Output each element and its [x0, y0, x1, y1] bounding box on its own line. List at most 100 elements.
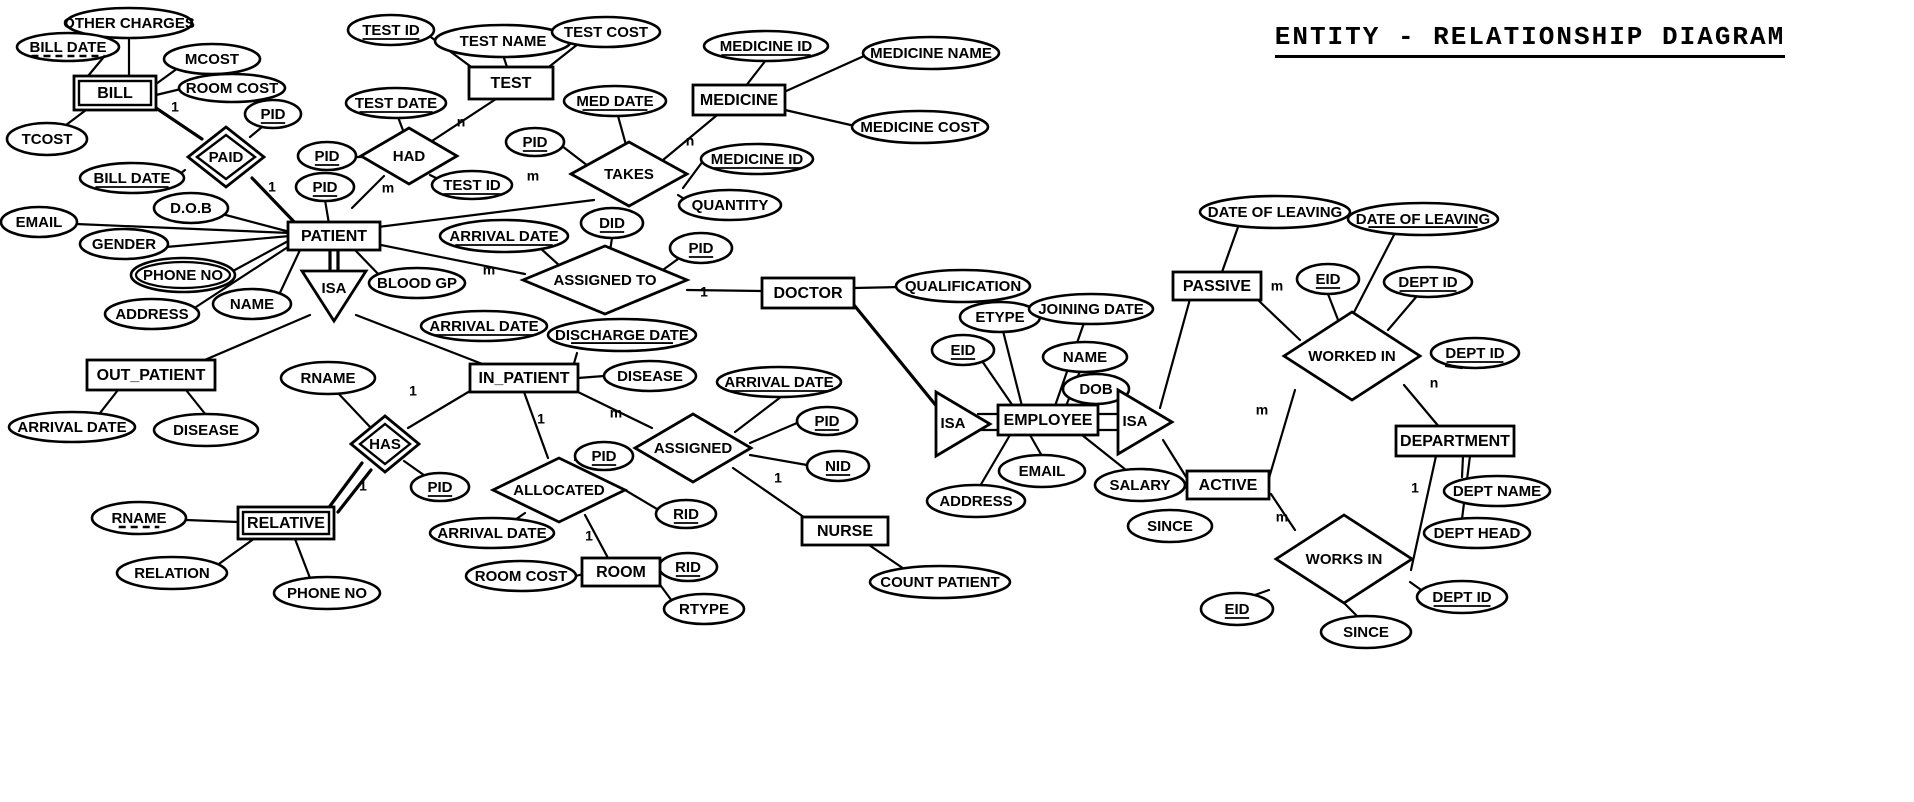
connector-line	[1267, 388, 1297, 480]
attribute-a_disease_ip: DISEASE	[602, 359, 698, 393]
connector-line	[852, 285, 902, 290]
attribute-label: TEST ID	[443, 177, 501, 194]
connector-line	[1028, 433, 1044, 458]
attribute-a_blood_gp: BLOOD GP	[367, 266, 467, 300]
attribute-a_pid_has: PID	[409, 471, 471, 503]
attribute-a_dob_p: D.O.B	[152, 191, 230, 225]
attribute-a_count_patient: COUNT PATIENT	[868, 564, 1012, 600]
attribute-label: DISEASE	[617, 368, 683, 385]
attribute-a_medicine_id_m: MEDICINE ID	[702, 29, 830, 63]
page-title: ENTITY - RELATIONSHIP DIAGRAM	[1274, 22, 1786, 58]
attribute-label: DEPT ID	[1432, 589, 1491, 606]
entity-room: ROOM	[580, 556, 662, 588]
attribute-label: EMAIL	[1019, 463, 1066, 480]
cardinality-label: m	[610, 405, 622, 421]
cardinality-label: 1	[171, 99, 179, 115]
connector-line	[1402, 383, 1442, 430]
attribute-label: TCOST	[22, 131, 73, 148]
connector-line	[350, 174, 386, 210]
cardinality-label: n	[686, 133, 695, 149]
attribute-label: DEPT NAME	[1453, 483, 1541, 500]
attribute-a_name_p: NAME	[211, 287, 293, 321]
attribute-a_rid_alloc: RID	[654, 498, 718, 530]
attribute-a_tcost: TCOST	[5, 121, 89, 157]
attribute-a_medicine_cost: MEDICINE COST	[850, 109, 990, 145]
entity-label: OUT_PATIENT	[97, 367, 206, 384]
connector-line	[220, 212, 292, 234]
attribute-a_medicine_id_t: MEDICINE ID	[699, 142, 815, 176]
entity-label: ROOM	[596, 564, 646, 581]
connector-line	[323, 198, 331, 226]
attribute-a_pid_as: PID	[795, 405, 859, 437]
connector-line	[250, 176, 302, 230]
attribute-a_rname_has: RNAME	[279, 360, 377, 396]
entity-label: NURSE	[817, 523, 873, 540]
attribute-a_pid_had1: PID	[296, 140, 358, 172]
er-diagram-canvas: OTHER CHARGES BILL DATE MCOST ROOM COST TCOS…	[0, 0, 1914, 802]
attribute-a_joining_date: JOINING DATE	[1027, 292, 1155, 326]
attribute-label: ARRIVAL DATE	[724, 374, 833, 391]
entity-doctor: DOCTOR	[760, 276, 856, 310]
entity-relative: RELATIVE	[236, 505, 336, 541]
attribute-a_rtype: RTYPE	[662, 592, 746, 626]
attribute-a_test_id_had: TEST ID	[430, 169, 514, 201]
connector-line	[616, 114, 628, 147]
entity-label: DEPARTMENT	[1400, 433, 1510, 450]
connector-line	[293, 537, 312, 580]
attribute-label: MCOST	[185, 51, 239, 68]
attribute-label: DOB	[1079, 381, 1113, 398]
er-diagram-svg: OTHER CHARGES BILL DATE MCOST ROOM COST TCOS…	[0, 6, 1552, 650]
attribute-label: RTYPE	[679, 601, 729, 618]
attribute-a_bill_date_paid: BILL DATE	[78, 161, 186, 195]
attribute-label: EMAIL	[16, 214, 63, 231]
attribute-label: PID	[260, 106, 285, 123]
attribute-a_etype: ETYPE	[958, 300, 1042, 334]
attribute-a_arrival_date_op: ARRIVAL DATE	[7, 410, 137, 444]
attribute-a_arrival_date_ip: ARRIVAL DATE	[419, 309, 549, 343]
attribute-a_phone_no_rel: PHONE NO	[272, 575, 382, 611]
cardinality-label: 1	[268, 179, 276, 195]
attribute-a_name_emp: NAME	[1041, 340, 1129, 374]
attribute-label: MEDICINE NAME	[870, 45, 992, 62]
attribute-a_qualification: QUALIFICATION	[894, 268, 1032, 304]
attribute-a_since_active: SINCE	[1126, 508, 1214, 544]
relationship-isa_employee: ISA	[1116, 387, 1175, 457]
connector-line	[214, 536, 257, 568]
relationship-worked_in: WORKED IN	[1281, 310, 1423, 402]
connector-line	[335, 390, 373, 430]
entity-label: MEDICINE	[700, 92, 779, 109]
attribute-a_medicine_name: MEDICINE NAME	[861, 35, 1001, 71]
attribute-a_phone_no_p: PHONE NO	[129, 256, 237, 294]
attribute-label: NID	[825, 458, 851, 475]
attribute-a_dept_id_dep: DEPT ID	[1429, 336, 1521, 370]
cardinality-label: m	[483, 262, 495, 278]
attribute-a_test_name: TEST NAME	[433, 23, 573, 59]
attribute-label: QUALIFICATION	[905, 278, 1021, 295]
attribute-label: ARRIVAL DATE	[449, 228, 558, 245]
entity-label: IN_PATIENT	[479, 370, 570, 387]
attribute-label: SINCE	[1147, 518, 1193, 535]
attribute-label: RNAME	[112, 510, 167, 527]
connector-line	[1158, 297, 1192, 410]
connector-line	[154, 106, 204, 141]
relationship-takes: TAKES	[568, 140, 690, 208]
cardinality-label: 1	[585, 528, 593, 544]
attribute-label: EID	[1315, 271, 1340, 288]
cardinality-label: 1	[774, 470, 782, 486]
attribute-label: DISCHARGE DATE	[555, 327, 689, 344]
attribute-a_bill_date_top: BILL DATE	[15, 31, 121, 63]
entity-nurse: NURSE	[800, 515, 890, 547]
attribute-a_pid_paid: PID	[243, 98, 303, 130]
connector-line	[406, 389, 472, 430]
connector-line	[560, 144, 590, 168]
attribute-label: ROOM COST	[475, 568, 568, 585]
attribute-label: PID	[814, 413, 839, 430]
attribute-a_dept_head: DEPT HEAD	[1422, 516, 1532, 550]
cardinality-label: m	[1256, 402, 1268, 418]
relationship-label: ASSIGNED	[654, 440, 733, 457]
attribute-a_gender: GENDER	[78, 227, 170, 261]
cardinality-label: n	[457, 114, 466, 130]
attribute-a_test_date: TEST DATE	[344, 86, 448, 120]
relationship-label: WORKS IN	[1306, 551, 1383, 568]
connector-line	[731, 466, 810, 522]
